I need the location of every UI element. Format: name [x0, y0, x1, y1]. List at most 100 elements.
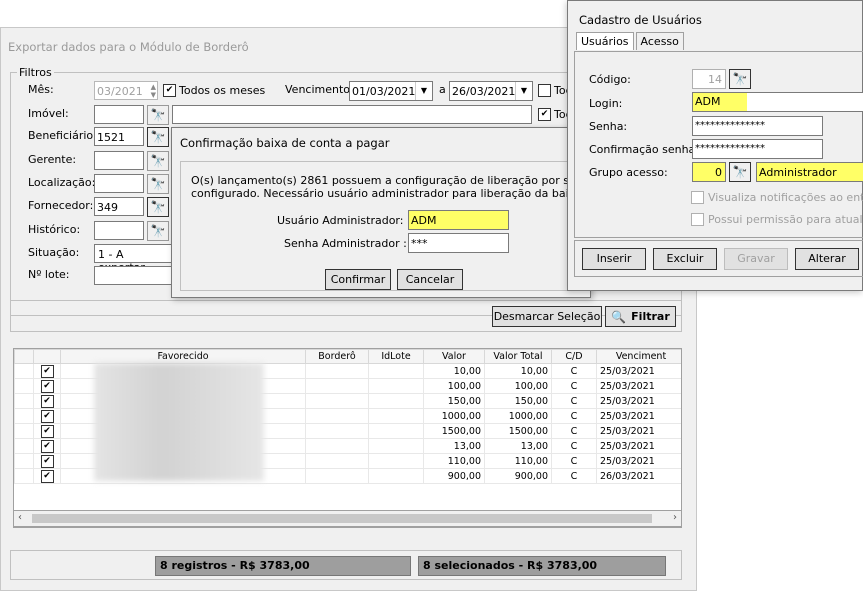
localizacao-field[interactable]	[94, 174, 144, 193]
cell-bordero	[305, 453, 369, 469]
grupo-search-icon[interactable]: 🔭	[729, 162, 751, 182]
spin-icon[interactable]: ▲ ▼	[151, 83, 156, 99]
login-field[interactable]: ADM	[692, 92, 863, 112]
admin-user-value: ADM	[411, 214, 437, 227]
cell-valor: 13,00	[423, 438, 485, 454]
user-dialog-tabs: Usuários Acesso	[576, 32, 684, 50]
historico-field[interactable]	[94, 221, 144, 240]
cell-vencimento: 25/03/2021	[596, 378, 681, 394]
excluir-button[interactable]: Excluir	[653, 248, 717, 270]
fornecedor-field[interactable]: 349	[94, 197, 144, 216]
col-bordero[interactable]: Borderô	[305, 349, 369, 364]
alterar-button[interactable]: Alterar	[795, 248, 859, 270]
scroll-right-icon[interactable]: ›	[673, 512, 677, 523]
imovel-field[interactable]	[94, 105, 144, 124]
row-select-checkbox[interactable]: ✔	[40, 424, 54, 438]
cell-cd: C	[551, 408, 597, 424]
cell-cd: C	[551, 438, 597, 454]
user-dialog-title: Cadastro de Usuários	[579, 13, 702, 27]
todos-imovel-checkbox[interactable]: ✔	[538, 108, 551, 121]
lote-field[interactable]	[94, 266, 172, 285]
senha-field[interactable]: **************	[692, 116, 823, 136]
dropdown-arrow-icon[interactable]: ▼	[415, 82, 432, 100]
tab-usuarios[interactable]: Usuários	[576, 32, 634, 50]
confirm-dialog-body: O(s) lançamento(s) 2861 possuem a config…	[180, 161, 596, 291]
historico-search-icon[interactable]: 🔭	[147, 221, 169, 241]
col-valor-total[interactable]: Valor Total	[484, 349, 552, 364]
cell-valor: 100,00	[423, 378, 485, 394]
cell-bordero	[305, 378, 369, 394]
situacao-label: Situação:	[28, 246, 80, 259]
scroll-thumb[interactable]	[32, 514, 652, 523]
row-select-checkbox[interactable]: ✔	[40, 364, 54, 378]
todos-meses-checkbox[interactable]: ✔	[163, 84, 176, 97]
venc-from-field[interactable]: 01/03/2021 ▼	[349, 81, 433, 101]
situacao-select[interactable]: 1 - A exportar	[94, 244, 172, 274]
row-select-checkbox[interactable]: ✔	[40, 469, 54, 483]
venc-sep: a	[439, 83, 446, 96]
confirmacao-senha-value: **************	[695, 143, 765, 154]
cell-valor-total: 1500,00	[484, 423, 552, 439]
col-favorecido[interactable]: Favorecido	[60, 349, 306, 364]
todos-venc-checkbox[interactable]	[538, 84, 551, 97]
login-value: ADM	[693, 93, 747, 111]
confirmacao-senha-field[interactable]: **************	[692, 139, 823, 159]
beneficiario-search-icon[interactable]: 🔭	[147, 127, 169, 147]
col-valor[interactable]: Valor	[423, 349, 485, 364]
row-select-checkbox[interactable]: ✔	[40, 409, 54, 423]
fornecedor-label: Fornecedor:	[28, 199, 94, 212]
mes-field[interactable]: 03/2021 ▲ ▼	[94, 81, 158, 100]
grid-header-row: Favorecido Borderô IdLote Valor Valor To…	[14, 349, 681, 364]
imovel-label: Imóvel:	[28, 107, 69, 120]
localizacao-search-icon[interactable]: 🔭	[147, 174, 169, 194]
main-window-title: Exportar dados para o Módulo de Borderô	[8, 40, 249, 54]
col-vencimento[interactable]: Venciment	[596, 349, 681, 364]
beneficiario-field[interactable]: 1521	[94, 127, 144, 146]
gerente-label: Gerente:	[28, 153, 77, 166]
dropdown-arrow-icon[interactable]: ▼	[515, 82, 532, 100]
user-dialog: Cadastro de Usuários Usuários Acesso Cód…	[567, 0, 863, 291]
todos-meses-label: Todos os meses	[179, 84, 266, 97]
filters-group-label: Filtros	[17, 66, 54, 79]
permissao-atualizar-wrap: Possui permissão para atualizar	[691, 213, 863, 226]
cell-idlote	[368, 363, 424, 379]
filtrar-button[interactable]: 🔍 Filtrar	[605, 306, 676, 327]
gerente-search-icon[interactable]: 🔭	[147, 151, 169, 171]
vencimento-label: Vencimento:	[285, 83, 354, 96]
cancelar-button[interactable]: Cancelar	[397, 269, 463, 290]
row-select-checkbox[interactable]: ✔	[40, 394, 54, 408]
inserir-button[interactable]: Inserir	[582, 248, 646, 270]
col-cd[interactable]: C/D	[551, 349, 597, 364]
row-select-checkbox[interactable]: ✔	[40, 379, 54, 393]
grupo-name-field: Administrador	[756, 162, 863, 182]
tab-acesso[interactable]: Acesso	[635, 32, 684, 50]
historico-label: Histórico:	[28, 223, 81, 236]
cell-bordero	[305, 363, 369, 379]
cell-idlote	[368, 453, 424, 469]
confirmar-button[interactable]: Confirmar	[325, 269, 391, 290]
confirm-message-2: configurado. Necessário usuário administ…	[191, 187, 586, 200]
confirmacao-senha-label: Confirmação senha:	[589, 143, 699, 156]
imovel-desc-field	[172, 105, 532, 124]
row-select-checkbox[interactable]: ✔	[40, 454, 54, 468]
imovel-search-icon[interactable]: 🔭	[147, 105, 169, 125]
cell-valor: 110,00	[423, 453, 485, 469]
beneficiario-value: 1521	[97, 131, 125, 144]
cell-valor: 1500,00	[423, 423, 485, 439]
confirm-dialog: Confirmação baixa de conta a pagar O(s) …	[171, 127, 596, 298]
gerente-field[interactable]	[94, 151, 144, 170]
desmarcar-selecao-button[interactable]: Desmarcar Seleção	[492, 306, 602, 327]
grupo-code-field[interactable]: 0	[692, 162, 726, 182]
col-idlote[interactable]: IdLote	[368, 349, 424, 364]
codigo-search-icon[interactable]: 🔭	[729, 69, 751, 89]
admin-user-field[interactable]: ADM	[408, 210, 509, 230]
fornecedor-search-icon[interactable]: 🔭	[147, 197, 169, 217]
scroll-left-icon[interactable]: ‹	[18, 512, 22, 523]
horizontal-scrollbar[interactable]: ‹ ›	[13, 510, 682, 527]
venc-to-field[interactable]: 26/03/2021 ▼	[449, 81, 533, 101]
todos-meses-checkbox-wrap[interactable]: ✔ Todos os meses	[163, 84, 265, 97]
filtrar-label: Filtrar	[631, 309, 670, 323]
lote-label: Nº lote:	[28, 268, 70, 281]
row-select-checkbox[interactable]: ✔	[40, 439, 54, 453]
admin-pass-field[interactable]: ***	[408, 233, 509, 253]
